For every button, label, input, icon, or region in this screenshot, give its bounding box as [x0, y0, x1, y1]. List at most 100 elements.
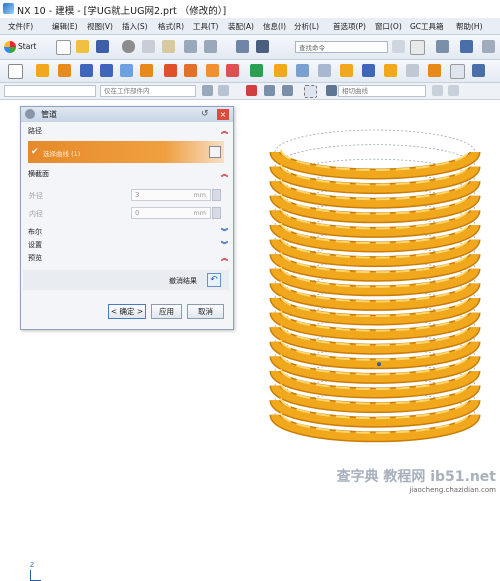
menu-bar: 文件(F) 编辑(E) 视图(V) 插入(S) 格式(R) 工具(T) 装配(A…	[0, 18, 500, 35]
open-folder-icon[interactable]	[76, 40, 89, 53]
box-select-icon[interactable]	[304, 85, 317, 98]
inner-diameter-input[interactable]: 0 mm	[131, 207, 211, 219]
dialog-header: 管道 ↺ ×	[21, 107, 233, 122]
dialog-gear-icon[interactable]	[25, 109, 35, 119]
pattern-icon[interactable]	[226, 64, 239, 77]
block-icon[interactable]	[80, 64, 93, 77]
reset-icon[interactable]: ↺	[201, 109, 212, 120]
view-select-icon[interactable]	[326, 85, 337, 96]
standard-toolbar: Start 查找命令	[0, 35, 500, 60]
sketch-icon[interactable]	[8, 64, 23, 79]
subtract-icon[interactable]	[184, 64, 197, 77]
watermark: 查字典 教程网 ib51.net jiaocheng.chazidian.com	[336, 466, 496, 494]
outer-diameter-input[interactable]: 3 mm	[131, 189, 211, 201]
settings-gear-icon[interactable]	[436, 40, 449, 53]
command-search-input[interactable]: 查找命令	[295, 41, 388, 53]
coil-turn-back	[274, 129, 476, 153]
undo-icon[interactable]	[184, 40, 197, 53]
draft-icon[interactable]	[362, 64, 375, 77]
snap-end-icon[interactable]	[264, 85, 275, 96]
curve-rule-select[interactable]: 相切曲线	[338, 85, 426, 97]
menu-file[interactable]: 文件(F)	[8, 21, 33, 32]
section-preview[interactable]: 预览 ︽	[23, 253, 234, 264]
menu-gc-toolbox[interactable]: GC工具箱	[410, 21, 444, 32]
move-face-icon[interactable]	[406, 64, 419, 77]
edge-blend-icon[interactable]	[274, 64, 287, 77]
outer-diameter-label: 外径	[29, 192, 43, 200]
command-finder-icon[interactable]	[256, 40, 269, 53]
ok-button[interactable]: < 确定 >	[108, 304, 146, 319]
menu-analysis[interactable]: 分析(L)	[294, 21, 319, 32]
stop-at-intersection-icon[interactable]	[432, 85, 443, 96]
outer-diameter-unit: mm	[193, 191, 206, 199]
datum-plane-icon[interactable]	[250, 64, 263, 77]
type-filter-select[interactable]	[4, 85, 96, 97]
menu-format[interactable]: 格式(R)	[158, 21, 184, 32]
snap-mid-icon[interactable]	[282, 85, 293, 96]
inner-diameter-unit: mm	[193, 209, 206, 217]
section-path[interactable]: 路径 ︽	[23, 126, 234, 137]
save-icon[interactable]	[96, 40, 109, 53]
menu-edit[interactable]: 编辑(E)	[52, 21, 78, 32]
offset-face-icon[interactable]	[384, 64, 397, 77]
menu-tools[interactable]: 工具(T)	[193, 21, 218, 32]
search-go-icon[interactable]	[392, 40, 405, 53]
menu-insert[interactable]: 插入(S)	[122, 21, 148, 32]
outer-diameter-menu-icon[interactable]	[212, 189, 221, 201]
chevron-up-icon: ︽	[221, 127, 228, 135]
chamfer-icon[interactable]	[296, 64, 309, 77]
cancel-button[interactable]: 取消	[187, 304, 224, 319]
surface-icon[interactable]	[428, 64, 441, 77]
trim-body-icon[interactable]	[340, 64, 353, 77]
unite-icon[interactable]	[164, 64, 177, 77]
redo-icon[interactable]	[204, 40, 217, 53]
follow-fillet-icon[interactable]	[448, 85, 459, 96]
close-icon[interactable]: ×	[217, 109, 229, 120]
copy-icon[interactable]	[142, 40, 155, 53]
start-button[interactable]: Start	[4, 40, 36, 54]
feature-toolbar	[0, 60, 500, 83]
render-style-icon[interactable]	[472, 64, 485, 77]
menu-assembly[interactable]: 装配(A)	[228, 21, 254, 32]
menu-preferences[interactable]: 首选项(P)	[333, 21, 366, 32]
repeat-command-icon[interactable]	[236, 40, 249, 53]
intersect-icon[interactable]	[206, 64, 219, 77]
menu-view[interactable]: 视图(V)	[87, 21, 113, 32]
outer-diameter-value: 3	[135, 191, 140, 199]
section-view-icon[interactable]	[450, 64, 465, 79]
scope-select[interactable]: 仅在工作部件内	[100, 85, 196, 97]
helix-start-point[interactable]	[377, 362, 381, 367]
window-arrange-icon[interactable]	[460, 40, 473, 53]
extrude-icon[interactable]	[36, 64, 49, 77]
hole-icon[interactable]	[140, 64, 153, 77]
curve-select-icon[interactable]	[209, 146, 221, 158]
menu-info[interactable]: 信息(I)	[263, 21, 286, 32]
select-filter-icon[interactable]	[202, 85, 213, 96]
undo-result-button[interactable]: ↶	[207, 273, 221, 287]
snap-grid-icon[interactable]	[410, 40, 425, 55]
chevron-down-icon: ︾	[221, 228, 228, 236]
section-settings[interactable]: 设置 ︾	[23, 240, 234, 251]
tube-dialog: 管道 ↺ × 路径 ︽ ✔ 选择曲线 (1) 横截面 ︽ 外径 3 mm 内径 …	[20, 106, 234, 330]
menu-window[interactable]: 窗口(O)	[375, 21, 402, 32]
cone-icon[interactable]	[120, 64, 133, 77]
menu-help[interactable]: 帮助(H)	[456, 21, 483, 32]
cut-icon[interactable]	[122, 40, 135, 53]
new-file-icon[interactable]	[56, 40, 71, 55]
select-curve-row[interactable]: ✔ 选择曲线 (1)	[28, 141, 224, 163]
apply-button[interactable]: 应用	[151, 304, 182, 319]
select-curve-label: 选择曲线 (1)	[43, 150, 81, 158]
snap-point-icon[interactable]	[246, 85, 257, 96]
section-cross-section[interactable]: 横截面 ︽	[23, 169, 234, 180]
cylinder-icon[interactable]	[100, 64, 113, 77]
coordinate-triad-icon: Z	[30, 562, 41, 581]
inner-diameter-menu-icon[interactable]	[212, 207, 221, 219]
deselect-icon[interactable]	[218, 85, 229, 96]
revolve-icon[interactable]	[58, 64, 71, 77]
title-bar: NX 10 - 建模 - [学UG就上UG网2.prt （修改的）]	[0, 0, 500, 18]
section-preview-label: 预览	[28, 254, 42, 262]
section-boolean[interactable]: 布尔 ︾	[23, 227, 234, 238]
shell-icon[interactable]	[318, 64, 331, 77]
paste-icon[interactable]	[162, 40, 175, 53]
help-icon[interactable]	[482, 40, 495, 53]
